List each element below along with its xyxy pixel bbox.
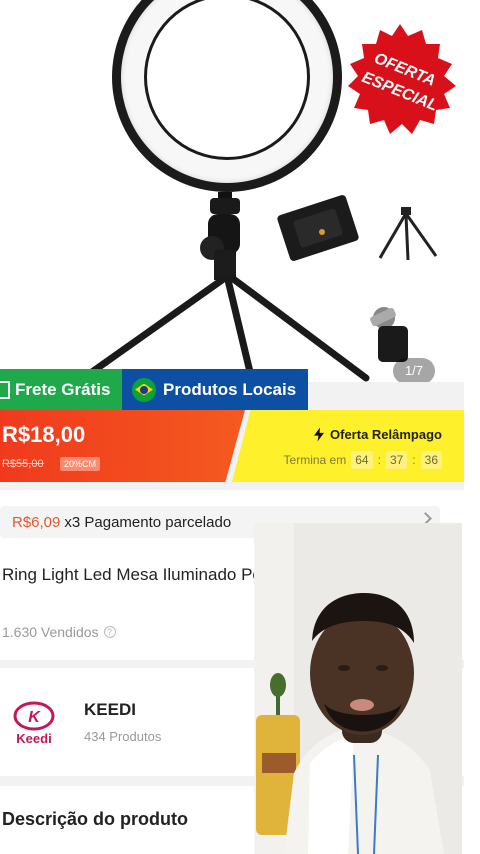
shipping-badges: Frete Grátis Produtos Locais: [0, 369, 308, 410]
free-shipping-badge: Frete Grátis: [0, 369, 122, 410]
current-price: R$18,00: [2, 422, 86, 447]
price-banner: R$18,00 R$55,00 20%CM Oferta Relâmpago T…: [0, 410, 464, 482]
original-price: R$55,00: [2, 458, 44, 470]
brazil-flag-icon: [132, 377, 156, 402]
help-icon[interactable]: ?: [103, 626, 116, 638]
shop-product-count: 434 Produtos: [84, 729, 162, 744]
timer-separator: :: [377, 453, 381, 467]
flash-sale-title: Oferta Relâmpago: [314, 427, 442, 442]
description-title: Descrição do produto: [2, 809, 189, 829]
local-products-badge: Produtos Locais: [122, 369, 308, 410]
shop-logo-text: Keedi: [16, 731, 51, 746]
sold-count-label: 1.630 Vendidos: [2, 624, 99, 640]
local-products-label: Produtos Locais: [163, 379, 297, 399]
timer-seconds: 36: [420, 451, 442, 469]
shop-name: KEEDI: [84, 700, 136, 719]
oferta-especial-sticker: OFERTA ESPECIAL: [348, 24, 456, 134]
free-shipping-label: Frete Grátis: [15, 379, 111, 399]
ends-in-label: Termina em: [283, 453, 347, 467]
timer-hours: 64: [351, 451, 373, 469]
timer-separator: :: [412, 453, 416, 467]
flash-sale-label: Oferta Relâmpago: [330, 427, 442, 442]
flash-sale-panel: Oferta Relâmpago Termina em 64 : 37 : 36: [232, 410, 464, 482]
lightning-icon: [314, 427, 325, 442]
countdown-timer: Termina em 64 : 37 : 36: [284, 451, 442, 469]
installment-text: x3 Pagamento parcelado: [64, 513, 232, 531]
installment-amount: R$6,09: [12, 513, 61, 531]
shop-logo: K Keedi: [13, 701, 55, 746]
timer-minutes: 37: [385, 451, 408, 469]
sold-count: 1.630 Vendidos ?: [2, 624, 116, 640]
discount-tag: 20%CM: [60, 457, 101, 471]
svg-text:K: K: [28, 709, 41, 726]
price-panel: R$18,00 R$55,00 20%CM: [0, 410, 245, 482]
product-page: 1/7 OFERTA ESPECIAL Frete Grátis Produto…: [0, 0, 480, 854]
image-counter: 1/7: [393, 358, 435, 382]
truck-icon: [0, 380, 10, 399]
right-edge-strip: [464, 0, 480, 854]
webcam-overlay: [254, 523, 462, 854]
